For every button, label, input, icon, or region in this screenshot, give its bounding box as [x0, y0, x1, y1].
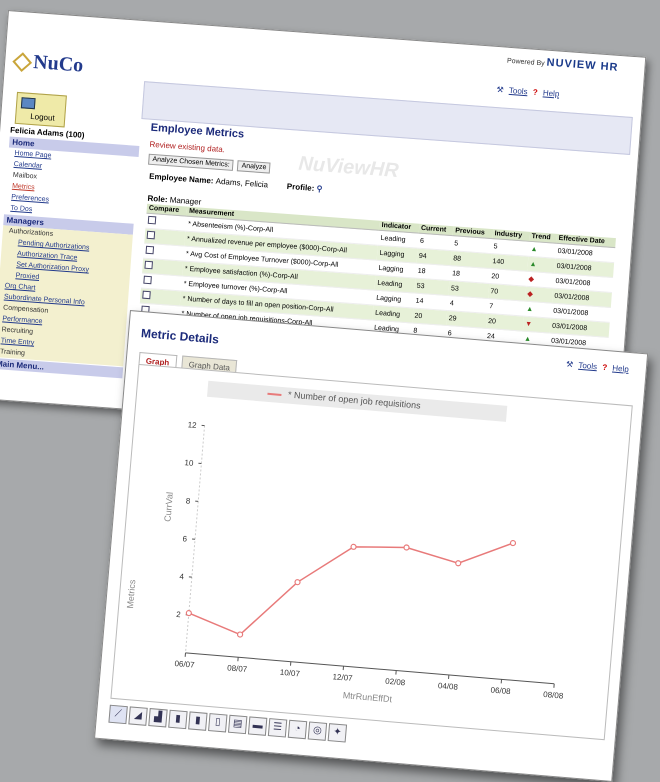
- trend-both-icon: ◆: [528, 276, 534, 283]
- plot-area: [186, 426, 574, 684]
- x-tick-label: 08/08: [543, 690, 564, 701]
- magnifier-icon[interactable]: ⚲: [316, 184, 323, 193]
- help-icon[interactable]: ?: [602, 363, 608, 372]
- logout-label: Logout: [30, 112, 55, 123]
- trend-up-icon: ▲: [526, 305, 533, 312]
- x-tick-label: 02/08: [385, 677, 406, 688]
- x-tick-label: 06/07: [174, 659, 195, 670]
- tools-icon[interactable]: ⚒: [496, 85, 504, 95]
- x-tick-label: 08/07: [227, 663, 248, 674]
- powered-by-label: Powered By: [507, 58, 545, 68]
- help-icon[interactable]: ?: [532, 88, 538, 97]
- sidebar: Home Home Page Calendar Mailbox Metrics …: [0, 135, 139, 378]
- data-point: [456, 561, 461, 566]
- computer-icon: [21, 97, 36, 109]
- compare-checkbox[interactable]: [142, 291, 151, 300]
- watermark: NuViewHR: [298, 153, 400, 183]
- profile: Profile: ⚲: [287, 182, 323, 194]
- trend-up-icon: ▲: [530, 245, 537, 252]
- profile-label: Profile:: [287, 182, 315, 193]
- stacked-bar-chart-icon[interactable]: ▤: [228, 715, 247, 734]
- trend-up-icon: ▲: [524, 335, 531, 342]
- powered-by: Powered By NUVIEW HR: [507, 54, 619, 74]
- y-tick-label: 8: [185, 496, 191, 505]
- compare-checkbox[interactable]: [144, 261, 153, 270]
- trend-both-icon: ◆: [527, 291, 533, 298]
- nuco-logo: NuCo: [14, 50, 84, 78]
- nuview-logo: NUVIEW HR: [546, 57, 619, 74]
- analyze-button[interactable]: Analyze: [237, 160, 271, 173]
- pie-chart-icon[interactable]: ◔: [288, 720, 307, 739]
- data-point: [351, 544, 356, 549]
- help-link[interactable]: Help: [543, 88, 560, 98]
- x-tick-label: 10/07: [280, 668, 301, 679]
- y-tick-label: 12: [187, 420, 197, 430]
- metric-tools: ⚒ Tools ? Help: [566, 360, 632, 374]
- nuco-logo-icon: [12, 53, 32, 73]
- metric-details-title: Metric Details: [141, 326, 220, 346]
- data-point: [295, 579, 300, 584]
- radar-chart-icon[interactable]: ✦: [328, 723, 347, 742]
- logout-button[interactable]: Logout: [15, 92, 67, 128]
- tools-link[interactable]: Tools: [509, 86, 528, 96]
- tools-icon[interactable]: ⚒: [566, 360, 574, 370]
- analyze-bar: Analyze Chosen Metrics: Analyze: [148, 154, 273, 174]
- help-link[interactable]: Help: [612, 364, 629, 374]
- x-tick-label: 04/08: [438, 681, 459, 692]
- compare-checkbox[interactable]: [147, 231, 156, 240]
- data-point: [510, 540, 515, 545]
- employee-name-label: Employee Name:: [149, 172, 214, 186]
- employee-name-value: Adams, Felicia: [215, 177, 268, 190]
- area-chart-icon[interactable]: ◢: [128, 706, 147, 725]
- data-point: [404, 545, 409, 550]
- trend-down-icon: ▼: [525, 320, 532, 327]
- tools-link[interactable]: Tools: [578, 361, 597, 372]
- review-text: Review existing data.: [149, 140, 225, 155]
- compare-checkbox[interactable]: [148, 216, 157, 225]
- y-axis-label: CurrVal: [162, 492, 174, 523]
- horizontal-bar-chart-icon[interactable]: ▬: [248, 716, 267, 735]
- logo-text: NuCo: [32, 51, 83, 77]
- grouped-bar-chart-icon[interactable]: ▮: [188, 711, 207, 730]
- doughnut-chart-icon[interactable]: ◎: [308, 721, 327, 740]
- bar-chart-icon[interactable]: ▮: [168, 710, 187, 729]
- x-tick-label: 12/07: [332, 672, 353, 683]
- data-point: [186, 610, 191, 615]
- stacked-area-chart-icon[interactable]: ▟: [148, 708, 167, 727]
- role-label: Role:: [147, 194, 168, 204]
- compare-checkbox[interactable]: [146, 246, 155, 255]
- bar-2-chart-icon[interactable]: ▯: [208, 713, 227, 732]
- metric-details-window: Metric Details ⚒ Tools ? Help Graph Grap…: [94, 310, 648, 782]
- x-tick-label: 06/08: [490, 686, 511, 697]
- y-tick-label: 6: [182, 534, 188, 543]
- y-tick-label: 4: [179, 572, 185, 581]
- line-chart: 2 4 6 8 10 12 06/07 08/07 10/07 12/07 02/08 04/08 06…: [111, 365, 633, 741]
- y-tick-label: 2: [176, 610, 182, 619]
- compare-checkbox[interactable]: [143, 276, 152, 285]
- y-tick-label: 10: [184, 458, 194, 468]
- x-axis-label: MtrRunEffDt: [342, 690, 393, 704]
- data-point: [237, 632, 242, 637]
- top-tools: ⚒ Tools ? Help: [496, 85, 562, 99]
- employee-name: Employee Name: Adams, Felicia: [149, 172, 269, 190]
- analyze-chosen-label: Analyze Chosen Metrics:: [148, 154, 234, 171]
- graph-panel: * Number of open job requisitions 246810…: [110, 364, 632, 740]
- horizontal-stacked-bar-chart-icon[interactable]: ☰: [268, 718, 287, 737]
- trend-up-icon: ▲: [529, 260, 536, 267]
- outer-y-label: Metrics: [125, 579, 137, 609]
- line-chart-icon[interactable]: ⟋: [108, 705, 127, 724]
